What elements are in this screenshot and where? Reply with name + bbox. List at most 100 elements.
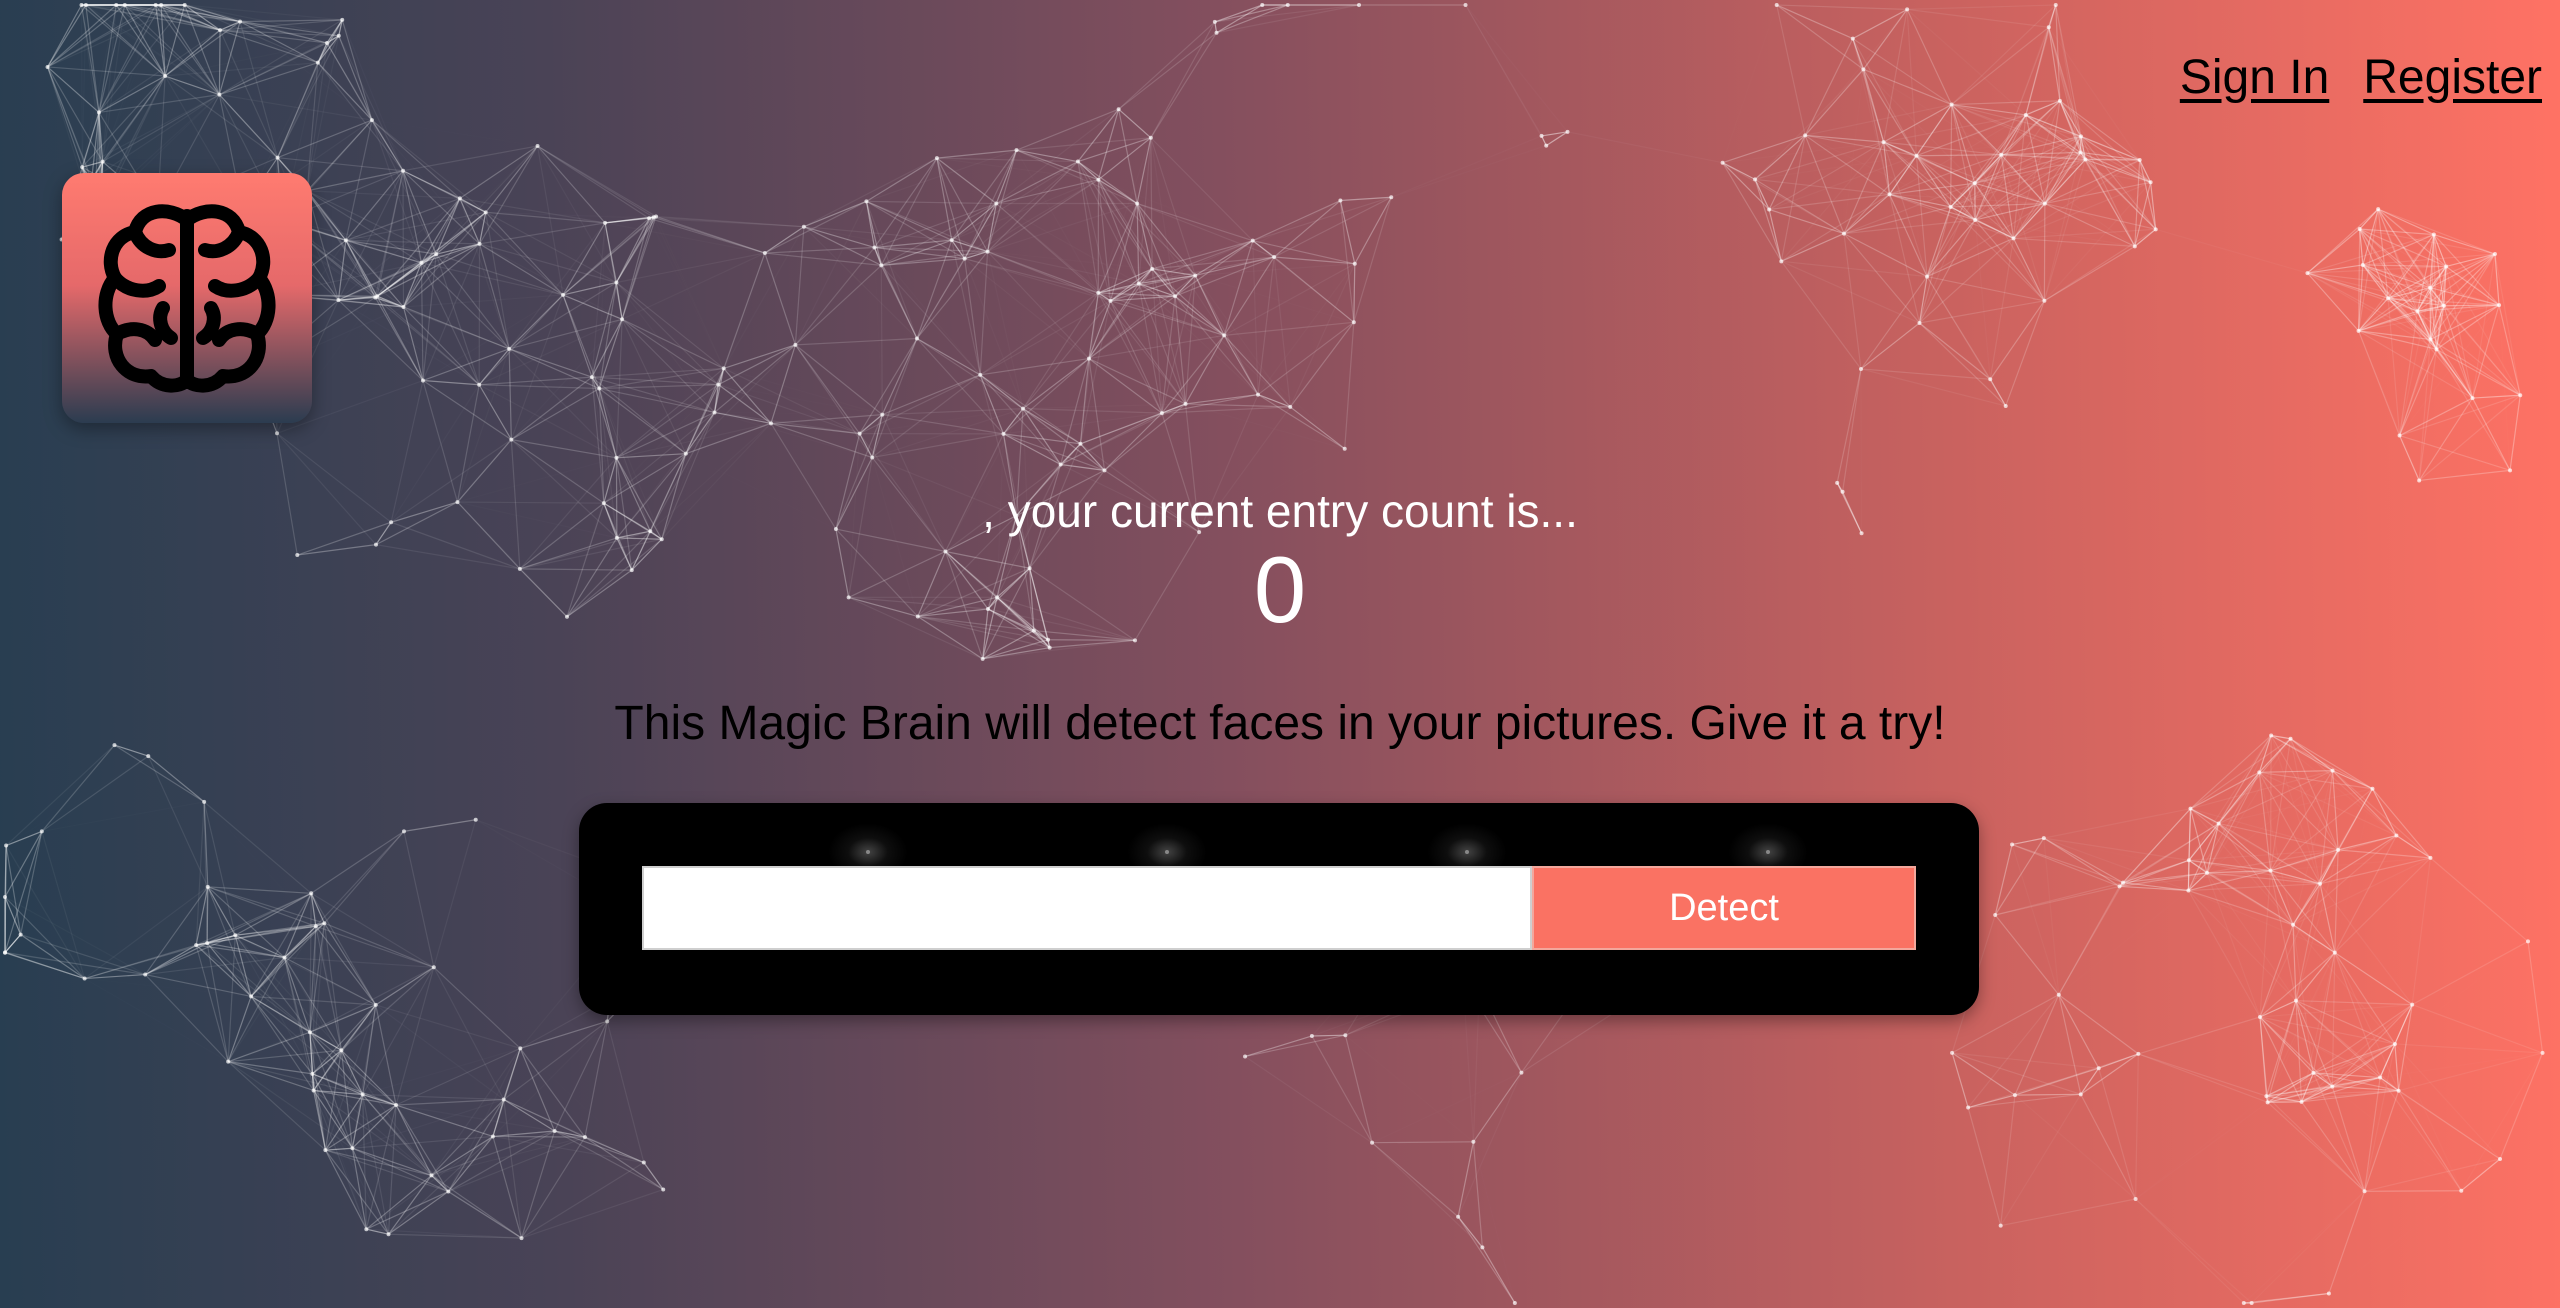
particle-link bbox=[375, 1004, 521, 1049]
particle-link bbox=[521, 1136, 586, 1239]
particle-link bbox=[764, 252, 796, 346]
particle-node bbox=[978, 372, 983, 377]
particle-node bbox=[1150, 266, 1155, 271]
particle-link bbox=[6, 756, 148, 845]
particle-link bbox=[1150, 137, 1254, 242]
particle-node bbox=[2042, 201, 2047, 206]
particle-link bbox=[1098, 180, 1252, 241]
particle-node bbox=[2053, 3, 2058, 7]
particle-link bbox=[1989, 300, 2045, 380]
particle-link bbox=[1457, 1072, 1522, 1218]
particle-node bbox=[1925, 274, 1930, 279]
particle-node bbox=[1370, 1140, 1375, 1145]
particle-node bbox=[2305, 271, 2310, 276]
image-url-input[interactable] bbox=[642, 866, 1532, 950]
particle-node bbox=[159, 3, 164, 7]
particle-link bbox=[195, 944, 252, 997]
particle-link bbox=[2058, 994, 2100, 1069]
particle-link bbox=[2138, 1016, 2261, 1055]
particle-link bbox=[1195, 201, 1340, 276]
particle-node bbox=[501, 1097, 506, 1102]
particle-node bbox=[1859, 366, 1864, 371]
particle-link bbox=[2156, 229, 2308, 273]
particle-link bbox=[1968, 1093, 2081, 1109]
particle-link bbox=[1466, 5, 1568, 132]
particle-node bbox=[1086, 356, 1091, 361]
particle-link bbox=[1907, 9, 2026, 115]
particle-link bbox=[936, 157, 989, 252]
particle-link bbox=[1722, 162, 1845, 235]
particle-link bbox=[84, 886, 209, 980]
particle-node bbox=[605, 1019, 610, 1024]
particle-node bbox=[1058, 462, 1063, 467]
particle-link bbox=[606, 1021, 645, 1163]
particle-link bbox=[1353, 263, 1356, 323]
particle-link bbox=[2328, 1191, 2366, 1294]
particle-node bbox=[1720, 160, 1725, 165]
particle-link bbox=[521, 1188, 664, 1239]
particle-node bbox=[1183, 401, 1188, 406]
particle-node bbox=[879, 263, 884, 268]
particle-node bbox=[1917, 320, 1922, 325]
particle-link bbox=[2206, 872, 2297, 1002]
particle-network-background bbox=[3, 3, 2545, 1305]
particle-node bbox=[401, 829, 406, 834]
detect-button[interactable]: Detect bbox=[1532, 866, 1916, 950]
particle-node bbox=[45, 64, 50, 69]
particle-node bbox=[1352, 261, 1357, 266]
particle-node bbox=[309, 891, 314, 896]
brain-logo[interactable] bbox=[62, 173, 312, 423]
particle-link bbox=[882, 374, 981, 416]
particle-node bbox=[1456, 1214, 1461, 1219]
particle-node bbox=[2188, 806, 2193, 811]
particle-node bbox=[535, 143, 540, 148]
particle-node bbox=[146, 754, 151, 759]
particle-link bbox=[1136, 202, 1275, 258]
particle-node bbox=[39, 829, 44, 834]
particle-link bbox=[2138, 1001, 2296, 1054]
particle-link bbox=[2043, 808, 2191, 839]
particle-link bbox=[2399, 394, 2521, 437]
particle-link bbox=[114, 744, 205, 803]
sign-in-link[interactable]: Sign In bbox=[2180, 50, 2329, 105]
particle-link bbox=[1457, 1216, 1516, 1304]
particle-node bbox=[1075, 159, 1080, 164]
particle-link bbox=[537, 145, 657, 217]
particle-link bbox=[362, 1093, 504, 1101]
particle-node bbox=[949, 238, 954, 243]
particle-node bbox=[1999, 152, 2004, 157]
particle-link bbox=[2138, 1053, 2267, 1097]
particle-node bbox=[1881, 140, 1886, 145]
particle-node bbox=[1973, 217, 1978, 222]
particle-link bbox=[643, 1162, 664, 1190]
particle-link bbox=[1371, 1142, 1483, 1248]
particle-node bbox=[2133, 1196, 2138, 1201]
particle-node bbox=[793, 342, 798, 347]
particle-node bbox=[2459, 1188, 2464, 1193]
particle-node bbox=[1850, 36, 1855, 41]
particle-link bbox=[2364, 1190, 2462, 1192]
particle-link bbox=[2013, 228, 2156, 239]
particle-node bbox=[1512, 1301, 1517, 1305]
particle-node bbox=[80, 165, 85, 170]
particle-node bbox=[1309, 1033, 1314, 1038]
particle-link bbox=[510, 294, 564, 440]
particle-node bbox=[401, 305, 406, 310]
brain-icon bbox=[98, 204, 276, 393]
particle-node bbox=[79, 3, 84, 7]
particle-link bbox=[621, 318, 724, 369]
register-link[interactable]: Register bbox=[2363, 50, 2542, 105]
particle-link bbox=[508, 348, 593, 378]
particle-node bbox=[401, 168, 406, 173]
particle-node bbox=[1243, 1054, 1248, 1059]
particle-link bbox=[1768, 208, 1845, 235]
particle-node bbox=[1565, 129, 1570, 134]
particle-node bbox=[2444, 264, 2449, 269]
particle-link bbox=[503, 1020, 608, 1100]
particle-node bbox=[1357, 3, 1362, 7]
particle-node bbox=[1135, 201, 1140, 206]
particle-link bbox=[2418, 397, 2474, 481]
particle-link bbox=[794, 247, 875, 346]
particle-link bbox=[325, 1104, 397, 1151]
particle-node bbox=[2083, 157, 2088, 162]
